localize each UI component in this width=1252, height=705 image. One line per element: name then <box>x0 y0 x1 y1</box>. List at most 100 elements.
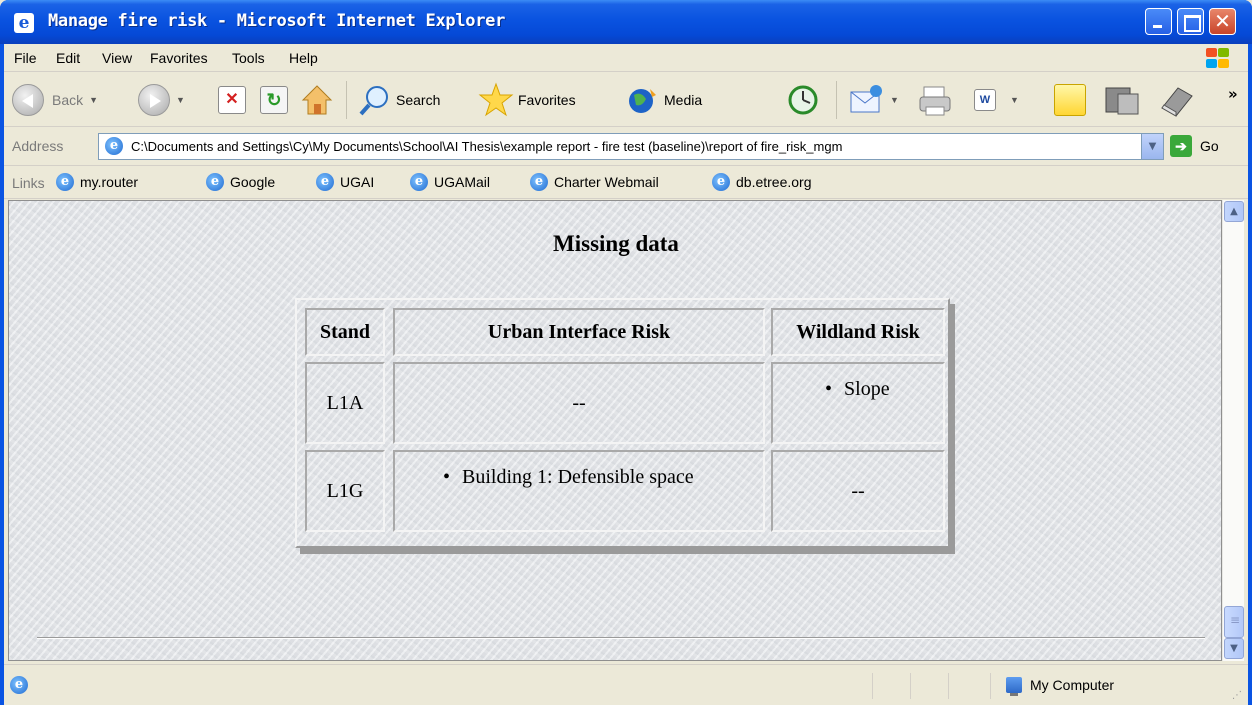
windows-logo-icon <box>1204 47 1230 69</box>
discuss-button[interactable] <box>1054 81 1086 119</box>
forward-arrow-icon <box>138 84 170 116</box>
resize-grip-icon[interactable]: ⋰ <box>1232 690 1242 701</box>
browser-window: e Manage fire risk - Microsoft Internet … <box>0 0 1252 705</box>
link-label: my.router <box>80 174 139 190</box>
stop-button[interactable]: ✕ <box>218 81 246 119</box>
maximize-button[interactable] <box>1177 8 1204 35</box>
media-label: Media <box>664 92 703 108</box>
forward-button[interactable]: ▼ <box>138 81 185 119</box>
messenger-button[interactable] <box>1102 81 1142 119</box>
print-button[interactable] <box>918 81 954 119</box>
edit-dropdown-icon[interactable]: ▼ <box>1010 95 1019 105</box>
table-header-stand: Stand <box>305 308 385 356</box>
menu-edit[interactable]: Edit <box>56 50 80 66</box>
scroll-up-arrow-icon[interactable]: ▲ <box>1224 201 1244 222</box>
links-label: Links <box>12 175 45 191</box>
edit-word-button[interactable]: W ▼ <box>974 81 1019 119</box>
address-value: C:\Documents and Settings\Cy\My Document… <box>131 139 843 154</box>
ie-link-icon: e <box>530 173 548 191</box>
menu-view[interactable]: View <box>102 50 132 66</box>
back-label: Back <box>52 92 84 108</box>
status-divider <box>910 673 911 699</box>
link-google[interactable]: e Google <box>206 173 275 191</box>
missing-data-table: Stand Urban Interface Risk Wildland Risk… <box>295 298 950 548</box>
toolbar-overflow-chevron[interactable]: » <box>1228 85 1238 103</box>
printer-icon <box>919 86 951 116</box>
mail-dropdown-icon[interactable]: ▼ <box>890 95 899 105</box>
table-cell-urban: -- <box>393 362 765 444</box>
history-button[interactable] <box>786 81 820 119</box>
stop-icon: ✕ <box>218 86 246 114</box>
address-dropdown-icon[interactable]: ▼ <box>1141 134 1163 159</box>
link-ugamail[interactable]: e UGAMail <box>410 173 490 191</box>
menu-tools[interactable]: Tools <box>232 50 265 66</box>
menu-help[interactable]: Help <box>289 50 318 66</box>
note-icon <box>1054 84 1086 116</box>
minimize-button[interactable] <box>1145 8 1172 35</box>
go-label: Go <box>1200 138 1219 154</box>
media-icon <box>629 89 656 113</box>
zone-label: My Computer <box>1030 677 1115 693</box>
research-button[interactable] <box>1156 81 1196 119</box>
list-item: Building 1: Defensible space <box>443 466 694 489</box>
status-divider <box>948 673 949 699</box>
forward-dropdown-icon[interactable]: ▼ <box>176 95 185 105</box>
menu-bar: File Edit View Favorites Tools Help <box>4 44 1248 72</box>
table-cell-wildland: -- <box>771 450 945 532</box>
mail-icon <box>850 85 882 113</box>
table-cell-stand: L1G <box>305 450 385 532</box>
table-cell-wildland: Slope <box>771 362 945 444</box>
search-label: Search <box>396 92 441 108</box>
link-label: Google <box>230 174 276 190</box>
ie-link-icon: e <box>410 173 428 191</box>
title-bar[interactable]: e Manage fire risk - Microsoft Internet … <box>0 0 1252 44</box>
status-page-icon: e <box>10 676 28 694</box>
home-button[interactable] <box>300 81 334 119</box>
link-charter-webmail[interactable]: e Charter Webmail <box>530 173 659 191</box>
go-arrow-icon: ➔ <box>1170 135 1192 157</box>
browser-client: File Edit View Favorites Tools Help Back… <box>4 44 1248 705</box>
favorites-button[interactable]: Favorites <box>478 81 576 119</box>
ie-icon: e <box>14 13 34 33</box>
close-icon: ✕ <box>1214 9 1231 33</box>
link-label: db.etree.org <box>736 174 812 190</box>
link-label: UGAI <box>340 174 375 190</box>
word-icon: W <box>974 89 996 111</box>
refresh-button[interactable]: ↻ <box>260 81 288 119</box>
standard-toolbar: Back ▼ ▼ ✕ ↻ Search Favorites Media ▼ W … <box>4 73 1248 127</box>
address-input[interactable]: e C:\Documents and Settings\Cy\My Docume… <box>98 133 1164 160</box>
search-button[interactable]: Search <box>358 81 440 119</box>
menu-favorites[interactable]: Favorites <box>150 50 208 66</box>
table-header-urban: Urban Interface Risk <box>393 308 765 356</box>
mail-button[interactable]: ▼ <box>848 81 899 119</box>
close-button[interactable]: ✕ <box>1209 8 1236 35</box>
menu-file[interactable]: File <box>14 50 37 66</box>
favorites-label: Favorites <box>518 92 576 108</box>
link-my-router[interactable]: e my.router <box>56 173 138 191</box>
link-db-etree[interactable]: e db.etree.org <box>712 173 812 191</box>
vertical-scrollbar[interactable]: ▲ ▼ <box>1222 200 1244 661</box>
scroll-down-arrow-icon[interactable]: ▼ <box>1224 638 1244 659</box>
table-cell-stand: L1A <box>305 362 385 444</box>
history-icon <box>788 85 818 115</box>
media-button[interactable]: Media <box>626 81 702 119</box>
scroll-thumb[interactable] <box>1224 606 1244 638</box>
back-button[interactable]: Back ▼ <box>12 81 98 119</box>
toolbar-separator <box>836 81 837 119</box>
security-zone: My Computer <box>1006 677 1115 696</box>
back-dropdown-icon[interactable]: ▼ <box>89 95 98 105</box>
toolbar-separator <box>346 81 347 119</box>
ie-link-icon: e <box>206 173 224 191</box>
back-arrow-icon <box>12 84 44 116</box>
refresh-icon: ↻ <box>260 86 288 114</box>
page-content: Missing data Stand Urban Interface Risk … <box>8 200 1222 661</box>
link-ugai[interactable]: e UGAI <box>316 173 374 191</box>
table-header-wildland: Wildland Risk <box>771 308 945 356</box>
link-label: Charter Webmail <box>554 174 659 190</box>
address-label: Address <box>12 138 64 154</box>
page-heading: Missing data <box>553 231 679 256</box>
messenger-icon <box>1105 87 1139 115</box>
book-icon <box>1161 87 1193 117</box>
go-button[interactable]: ➔ Go <box>1170 135 1219 157</box>
status-divider <box>990 673 991 699</box>
